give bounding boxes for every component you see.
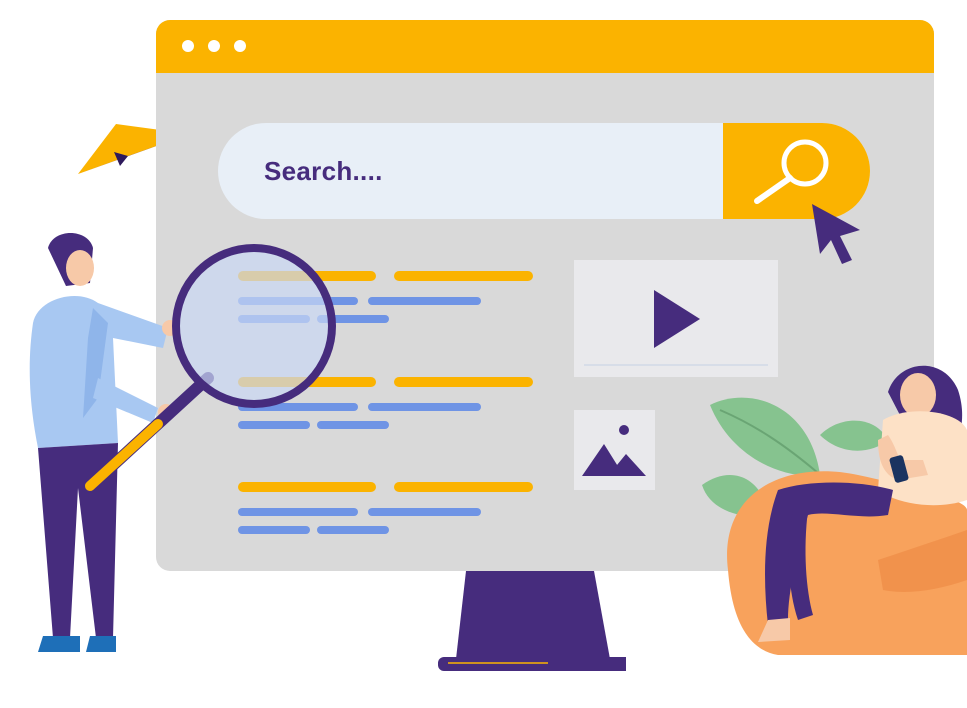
result-title-line[interactable] [394,482,533,492]
result-snippet-line [368,508,481,516]
woman-on-beanbag [727,365,967,655]
search-bar[interactable]: Search.... [218,123,870,219]
monitor-stand [438,571,626,671]
play-icon [654,290,700,348]
search-icon [754,139,829,204]
window-dot [182,40,194,52]
window-title-bar [156,20,934,73]
result-snippet-line [368,403,481,411]
result-snippet-line [368,297,481,305]
man-with-magnifier [29,233,336,652]
image-icon [582,425,646,476]
window-dot [234,40,246,52]
cursor-icon [812,204,860,264]
result-title-line[interactable] [394,271,533,281]
image-thumbnail[interactable] [574,410,655,490]
result-title-line[interactable] [394,377,533,387]
search-input[interactable]: Search.... [264,156,383,187]
window-dot [208,40,220,52]
